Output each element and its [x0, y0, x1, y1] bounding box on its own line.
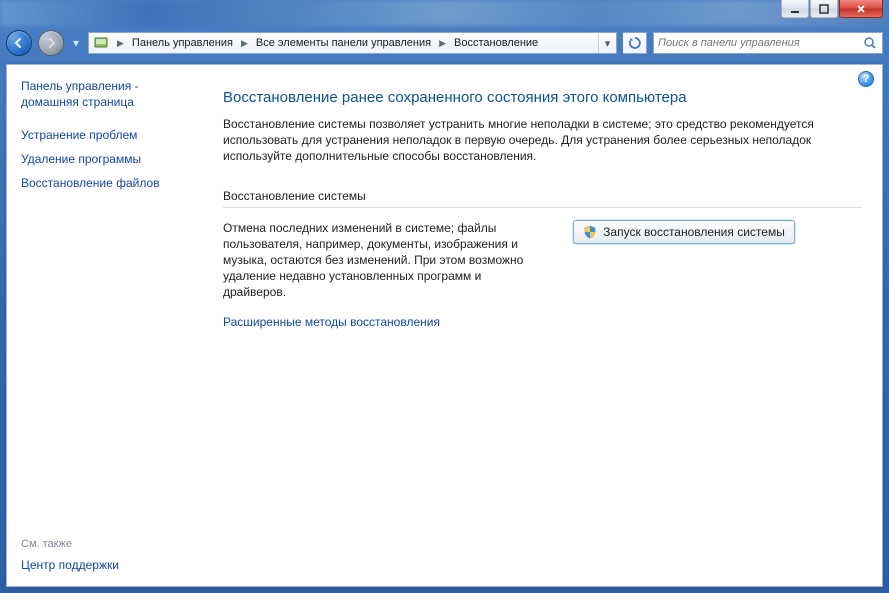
content-frame: Панель управления - домашняя страница Ус… — [6, 64, 883, 587]
start-system-restore-button[interactable]: Запуск восстановления системы — [573, 220, 795, 244]
sidebar: Панель управления - домашняя страница Ус… — [7, 65, 211, 586]
intro-text: Восстановление системы позволяет устрани… — [223, 116, 843, 165]
window-caption-buttons — [781, 0, 883, 20]
search-input[interactable] — [658, 37, 862, 49]
page-title: Восстановление ранее сохраненного состоя… — [223, 89, 862, 106]
search-icon[interactable] — [862, 35, 878, 51]
main-panel: ? Восстановление ранее сохраненного сост… — [211, 65, 882, 586]
action-button-label: Запуск восстановления системы — [603, 225, 785, 239]
sidebar-link-action-center[interactable]: Центр поддержки — [21, 558, 199, 572]
sidebar-home-link[interactable]: Панель управления - домашняя страница — [21, 79, 199, 110]
breadcrumb-item-0[interactable]: Панель управления — [130, 37, 235, 49]
chevron-right-icon: ▶ — [433, 38, 452, 49]
help-icon[interactable]: ? — [858, 71, 874, 87]
history-dropdown[interactable]: ▾ — [70, 34, 82, 52]
breadcrumb-item-2[interactable]: Восстановление — [452, 37, 540, 49]
search-box[interactable] — [653, 32, 883, 54]
address-bar[interactable]: ▶ Панель управления ▶ Все элементы панел… — [88, 32, 617, 54]
section-header: Восстановление системы — [223, 189, 862, 208]
uac-shield-icon — [583, 225, 597, 239]
sidebar-link-uninstall[interactable]: Удаление программы — [21, 152, 199, 166]
restore-description: Отмена последних изменений в системе; фа… — [223, 220, 543, 301]
see-also-label: См. также — [21, 538, 199, 550]
sidebar-link-troubleshoot[interactable]: Устранение проблем — [21, 128, 199, 142]
refresh-button[interactable] — [623, 32, 647, 54]
back-button[interactable] — [6, 30, 32, 56]
sidebar-link-file-recovery[interactable]: Восстановление файлов — [21, 176, 199, 190]
breadcrumb-item-1[interactable]: Все элементы панели управления — [254, 37, 433, 49]
close-button[interactable] — [839, 0, 883, 18]
chevron-right-icon: ▶ — [235, 38, 254, 49]
desktop-backdrop — [0, 0, 889, 26]
maximize-button[interactable] — [810, 0, 838, 18]
advanced-recovery-link[interactable]: Расширенные методы восстановления — [223, 315, 862, 329]
chevron-right-icon: ▶ — [111, 38, 130, 49]
address-dropdown[interactable]: ▾ — [598, 33, 616, 53]
control-panel-icon — [91, 33, 111, 53]
minimize-button[interactable] — [781, 0, 809, 18]
restore-row: Отмена последних изменений в системе; фа… — [223, 220, 862, 301]
navigation-bar: ▾ ▶ Панель управления ▶ Все элементы пан… — [6, 26, 883, 60]
forward-button[interactable] — [38, 30, 64, 56]
